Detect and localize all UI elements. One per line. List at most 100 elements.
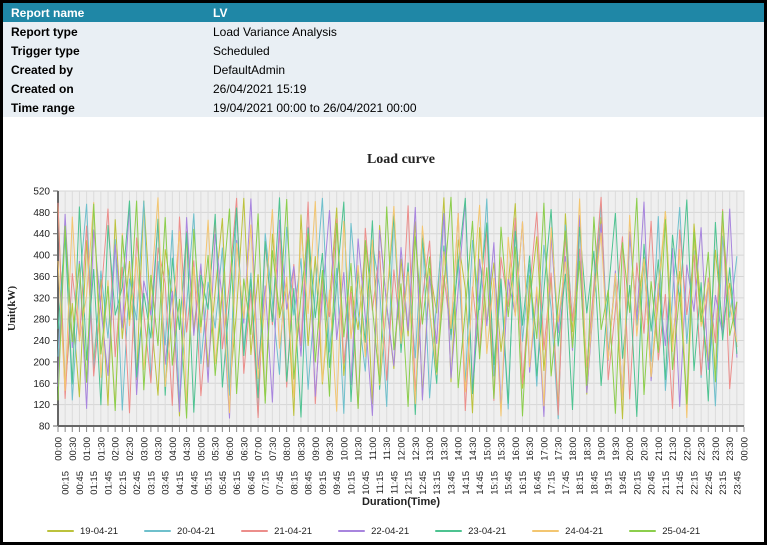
x-tick-label: 03:30 [154,437,165,461]
x-tick-label: 04:15 [175,471,186,495]
x-tick-label: 07:15 [261,471,272,495]
x-tick-label: 09:30 [325,437,336,461]
report-row-trigger: Trigger type Scheduled [3,41,764,60]
x-tick-label: 01:30 [96,437,107,461]
x-tick-label: 02:30 [125,437,136,461]
x-tick-label: 22:45 [704,471,715,495]
x-tick-label: 14:15 [461,471,472,495]
x-tick-label: 18:00 [568,437,579,461]
x-tick-label: 00:00 [54,437,65,461]
report-row-time-range: Time range 19/04/2021 00:00 to 26/04/202… [3,98,764,117]
report-value: 26/04/2021 15:19 [205,79,764,98]
x-tick-label: 07:00 [254,437,265,461]
x-tick-label: 22:15 [689,471,700,495]
x-tick-label: 04:45 [189,471,200,495]
x-tick-label: 15:15 [489,471,500,495]
y-tick-label: 280 [33,315,50,326]
legend-swatch [629,530,656,532]
chart-canvas: 5204804404003603202802402001601208000:00… [3,119,764,511]
legend-item-24-04-21: 24-04-21 [532,526,603,537]
load-curve-chart: 5204804404003603202802402001601208000:00… [3,119,764,542]
report-row-created-by: Created by DefaultAdmin [3,60,764,79]
report-label: Time range [3,98,205,117]
x-tick-label: 15:00 [482,437,493,461]
chart-legend: 19-04-21 20-04-21 21-04-21 22-04-21 23-04-21… [3,520,764,542]
x-tick-label: 00:00 [740,437,751,461]
legend-item-19-04-21: 19-04-21 [47,526,118,537]
legend-item-23-04-21: 23-04-21 [435,526,506,537]
x-tick-label: 08:15 [289,471,300,495]
x-tick-label: 18:30 [582,437,593,461]
x-tick-label: 23:00 [711,437,722,461]
legend-item-21-04-21: 21-04-21 [241,526,312,537]
x-tick-label: 06:45 [246,471,257,495]
legend-label: 25-04-21 [662,526,700,537]
x-tick-label: 05:00 [196,437,207,461]
x-tick-label: 02:15 [118,471,129,495]
x-tick-label: 11:30 [382,437,393,460]
x-tick-label: 02:45 [132,471,143,495]
x-tick-label: 10:45 [361,471,372,495]
report-value: DefaultAdmin [205,60,764,79]
x-tick-label: 14:45 [475,471,486,495]
x-tick-label: 12:15 [404,471,415,495]
y-tick-label: 80 [39,422,51,433]
y-axis-label: Unit(kW) [6,286,18,332]
legend-swatch [241,530,268,532]
x-tick-label: 20:15 [632,471,643,495]
legend-item-20-04-21: 20-04-21 [144,526,215,537]
x-tick-label: 23:15 [718,471,729,495]
legend-item-25-04-21: 25-04-21 [629,526,700,537]
x-tick-label: 21:30 [668,437,679,461]
x-tick-label: 14:00 [454,437,465,461]
x-tick-label: 00:30 [68,437,79,461]
y-tick-label: 120 [33,400,50,411]
x-tick-label: 23:30 [725,437,736,461]
x-tick-label: 09:15 [318,471,329,495]
x-tick-label: 07:45 [275,471,286,495]
report-value: 19/04/2021 00:00 to 26/04/2021 00:00 [205,98,764,117]
legend-label: 22-04-21 [371,526,409,537]
legend-label: 24-04-21 [565,526,603,537]
x-tick-label: 11:15 [375,471,386,494]
x-tick-label: 11:00 [368,437,379,460]
legend-item-22-04-21: 22-04-21 [338,526,409,537]
x-tick-label: 12:45 [418,471,429,495]
x-tick-label: 16:15 [518,471,529,495]
report-label: Report type [3,22,205,41]
legend-label: 21-04-21 [274,526,312,537]
legend-label: 20-04-21 [177,526,215,537]
x-tick-label: 13:30 [439,437,450,461]
x-tick-label: 23:45 [732,471,743,495]
x-tick-label: 03:00 [139,437,150,461]
report-row-created-on: Created on 26/04/2021 15:19 [3,79,764,98]
x-tick-label: 13:45 [447,471,458,495]
x-tick-label: 01:45 [104,471,115,495]
x-tick-label: 19:15 [604,471,615,495]
legend-swatch [338,530,365,532]
y-tick-label: 200 [33,357,50,368]
legend-swatch [532,530,559,532]
x-tick-label: 02:00 [111,437,122,461]
x-tick-label: 10:00 [339,437,350,461]
x-tick-label: 09:45 [332,471,343,495]
report-label: Created on [3,79,205,98]
x-tick-label: 09:00 [311,437,322,461]
report-label: Report name [3,3,205,22]
x-tick-label: 18:45 [589,471,600,495]
x-tick-label: 13:00 [425,437,436,461]
x-tick-label: 08:00 [282,437,293,461]
x-tick-label: 20:30 [639,437,650,461]
x-tick-label: 12:00 [397,437,408,461]
x-tick-label: 13:15 [432,471,443,495]
report-page: Report name LV Report type Load Variance… [0,0,767,545]
x-tick-label: 15:45 [504,471,515,495]
x-tick-label: 08:30 [296,437,307,461]
report-value: Load Variance Analysis [205,22,764,41]
x-tick-label: 14:30 [468,437,479,461]
y-tick-label: 520 [33,187,50,198]
x-tick-label: 04:30 [182,437,193,461]
x-tick-label: 00:45 [75,471,86,495]
legend-swatch [47,530,74,532]
x-tick-label: 10:15 [346,471,357,495]
